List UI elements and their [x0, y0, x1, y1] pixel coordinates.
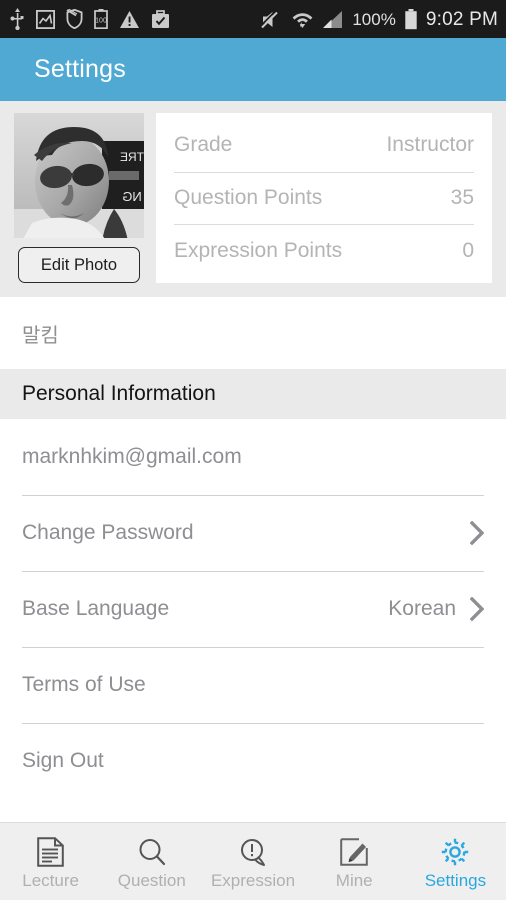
list-item-sign-out[interactable]: Sign Out: [0, 723, 506, 799]
edit-pencil-icon: [339, 835, 369, 869]
nav-label: Question: [117, 870, 186, 890]
battery-percent-label: 100%: [352, 9, 396, 29]
row-value: Korean: [388, 597, 456, 620]
nav-label: Settings: [424, 870, 487, 890]
row-label: Base Language: [22, 597, 170, 620]
settings-list: marknhkim@gmail.com Change Password Base…: [0, 419, 506, 799]
svg-text:NG: NG: [122, 189, 142, 204]
work-briefcase-icon: [152, 9, 169, 28]
image-icon: [36, 9, 55, 29]
volume-mute-icon: [261, 9, 279, 28]
gear-icon: [440, 835, 470, 869]
nav-item-expression[interactable]: Expression: [202, 823, 303, 900]
nav-label: Lecture: [22, 870, 79, 890]
app-screen: 100 100% 9:02 PM Settings TRE NG Edit Ph…: [0, 0, 506, 900]
battery-saver-icon: 100: [94, 9, 108, 29]
row-label: marknhkim@gmail.com: [22, 445, 242, 468]
section-header-label: Personal Information: [22, 382, 216, 405]
shield-off-icon: [66, 9, 83, 29]
chevron-right-icon: [470, 597, 484, 621]
list-item-base-language[interactable]: Base Language Korean: [0, 571, 506, 647]
stat-row-expression-points: Expression Points 0: [174, 224, 474, 277]
profile-stats-card: Grade Instructor Question Points 35 Expr…: [156, 113, 492, 283]
battery-full-icon: [405, 8, 417, 29]
stat-label: Question Points: [174, 186, 323, 210]
nav-item-mine[interactable]: Mine: [304, 823, 405, 900]
profile-section: TRE NG Edit Photo Grade Instructor Quest…: [0, 101, 506, 297]
wifi-icon: [292, 13, 313, 28]
status-bar: 100 100% 9:02 PM: [0, 0, 506, 38]
nav-item-settings[interactable]: Settings: [405, 823, 506, 900]
list-item-email[interactable]: marknhkim@gmail.com: [0, 419, 506, 495]
list-item-terms-of-use[interactable]: Terms of Use: [0, 647, 506, 723]
nav-item-lecture[interactable]: Lecture: [0, 823, 101, 900]
status-bar-left-icons: 100: [10, 8, 170, 30]
row-label: Terms of Use: [22, 673, 146, 696]
stat-row-grade: Grade Instructor: [174, 119, 474, 172]
status-bar-right-icons: 100% 9:02 PM: [261, 8, 498, 30]
edit-photo-button[interactable]: Edit Photo: [18, 246, 140, 283]
nav-label: Expression: [210, 870, 296, 890]
stat-label: Expression Points: [174, 239, 343, 263]
app-bar: Settings: [0, 38, 506, 101]
stat-label: Grade: [174, 133, 233, 157]
stat-value: 35: [450, 186, 474, 210]
document-icon: [37, 835, 64, 869]
nav-item-question[interactable]: Question: [101, 823, 202, 900]
display-name-row[interactable]: 말킴: [0, 297, 506, 369]
speech-bubble-exclamation-icon: [238, 835, 268, 869]
stat-value: 0: [462, 239, 474, 263]
bottom-navigation-bar: Lecture Question Expression Mine Setting…: [0, 822, 506, 900]
avatar: TRE NG: [14, 113, 144, 238]
stat-value: Instructor: [386, 133, 474, 157]
stat-row-question-points: Question Points 35: [174, 171, 474, 225]
svg-text:TRE: TRE: [120, 150, 144, 164]
section-header-personal-information: Personal Information: [0, 369, 506, 419]
nav-label: Mine: [335, 870, 373, 890]
chevron-right-icon: [470, 521, 484, 545]
search-icon: [137, 835, 167, 869]
page-title: Settings: [34, 55, 126, 83]
svg-text:100: 100: [95, 18, 107, 25]
row-label: Sign Out: [22, 749, 104, 772]
list-item-change-password[interactable]: Change Password: [0, 495, 506, 571]
photo-column: TRE NG Edit Photo: [14, 113, 144, 283]
warning-icon: [120, 10, 139, 28]
row-label: Change Password: [22, 521, 194, 544]
usb-icon: [10, 8, 24, 30]
cellular-signal-icon: [323, 10, 343, 28]
display-name-label: 말킴: [22, 324, 59, 347]
clock-label: 9:02 PM: [425, 8, 498, 30]
